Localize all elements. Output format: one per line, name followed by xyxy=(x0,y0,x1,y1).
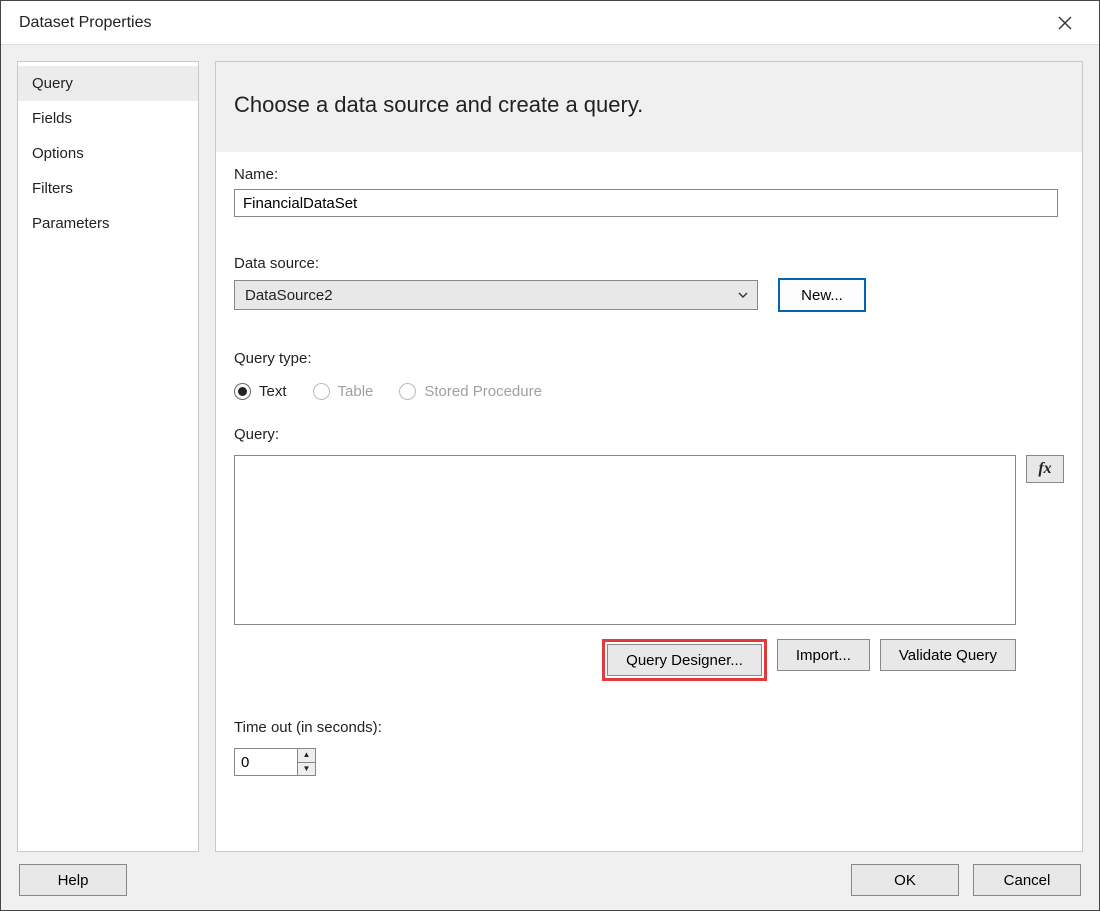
name-input[interactable] xyxy=(234,189,1058,217)
timeout-label: Time out (in seconds): xyxy=(234,719,1064,736)
timeout-spinner[interactable]: ▲ ▼ xyxy=(234,748,316,776)
dataset-properties-dialog: Dataset Properties Query Fields Options … xyxy=(0,0,1100,911)
window-title: Dataset Properties xyxy=(19,14,152,32)
titlebar: Dataset Properties xyxy=(1,1,1099,45)
help-button[interactable]: Help xyxy=(19,864,127,896)
import-button[interactable]: Import... xyxy=(777,639,870,671)
name-label: Name: xyxy=(234,166,1064,183)
querytype-label: Query type: xyxy=(234,350,1064,367)
fx-icon: fx xyxy=(1038,460,1051,478)
sidebar-item-parameters[interactable]: Parameters xyxy=(18,206,198,241)
chevron-down-icon xyxy=(737,289,749,301)
query-button-row: Query Designer... Import... Validate Que… xyxy=(234,639,1064,681)
radio-icon xyxy=(313,383,330,400)
query-label: Query: xyxy=(234,426,1064,443)
datasource-row: DataSource2 New... xyxy=(234,278,1064,312)
query-textarea[interactable] xyxy=(234,455,1016,625)
radio-text-label: Text xyxy=(259,383,287,400)
radio-table[interactable]: Table xyxy=(313,383,374,400)
close-button[interactable] xyxy=(1045,8,1085,38)
content-row: Query Fields Options Filters Parameters … xyxy=(17,61,1083,852)
spinner-down[interactable]: ▼ xyxy=(298,763,315,776)
spinner-arrows: ▲ ▼ xyxy=(297,749,315,775)
querytype-radio-group: Text Table Stored Procedure xyxy=(234,383,1064,400)
sidebar-item-query[interactable]: Query xyxy=(18,66,198,101)
main-panel: Choose a data source and create a query.… xyxy=(215,61,1083,852)
close-icon xyxy=(1058,16,1072,30)
sidebar-item-fields[interactable]: Fields xyxy=(18,101,198,136)
radio-stored-procedure[interactable]: Stored Procedure xyxy=(399,383,542,400)
datasource-value: DataSource2 xyxy=(245,287,333,304)
spinner-up[interactable]: ▲ xyxy=(298,749,315,763)
datasource-label: Data source: xyxy=(234,255,1064,272)
query-designer-button[interactable]: Query Designer... xyxy=(607,644,762,676)
ok-button[interactable]: OK xyxy=(851,864,959,896)
radio-icon xyxy=(399,383,416,400)
sidebar-item-options[interactable]: Options xyxy=(18,136,198,171)
dialog-body: Query Fields Options Filters Parameters … xyxy=(1,45,1099,910)
radio-stored-label: Stored Procedure xyxy=(424,383,542,400)
sidebar-item-filters[interactable]: Filters xyxy=(18,171,198,206)
radio-icon xyxy=(234,383,251,400)
datasource-select[interactable]: DataSource2 xyxy=(234,280,758,310)
timeout-section: Time out (in seconds): ▲ ▼ xyxy=(234,717,1064,776)
query-row: fx xyxy=(234,455,1064,625)
new-datasource-button[interactable]: New... xyxy=(778,278,866,312)
sidebar: Query Fields Options Filters Parameters xyxy=(17,61,199,852)
timeout-input[interactable] xyxy=(235,749,297,775)
main-body: Name: Data source: DataSource2 New... xyxy=(216,152,1082,851)
dialog-footer: Help OK Cancel xyxy=(17,864,1083,898)
highlight-box: Query Designer... xyxy=(602,639,767,681)
page-heading: Choose a data source and create a query. xyxy=(216,62,1082,152)
cancel-button[interactable]: Cancel xyxy=(973,864,1081,896)
expression-button[interactable]: fx xyxy=(1026,455,1064,483)
radio-table-label: Table xyxy=(338,383,374,400)
validate-query-button[interactable]: Validate Query xyxy=(880,639,1016,671)
radio-text[interactable]: Text xyxy=(234,383,287,400)
